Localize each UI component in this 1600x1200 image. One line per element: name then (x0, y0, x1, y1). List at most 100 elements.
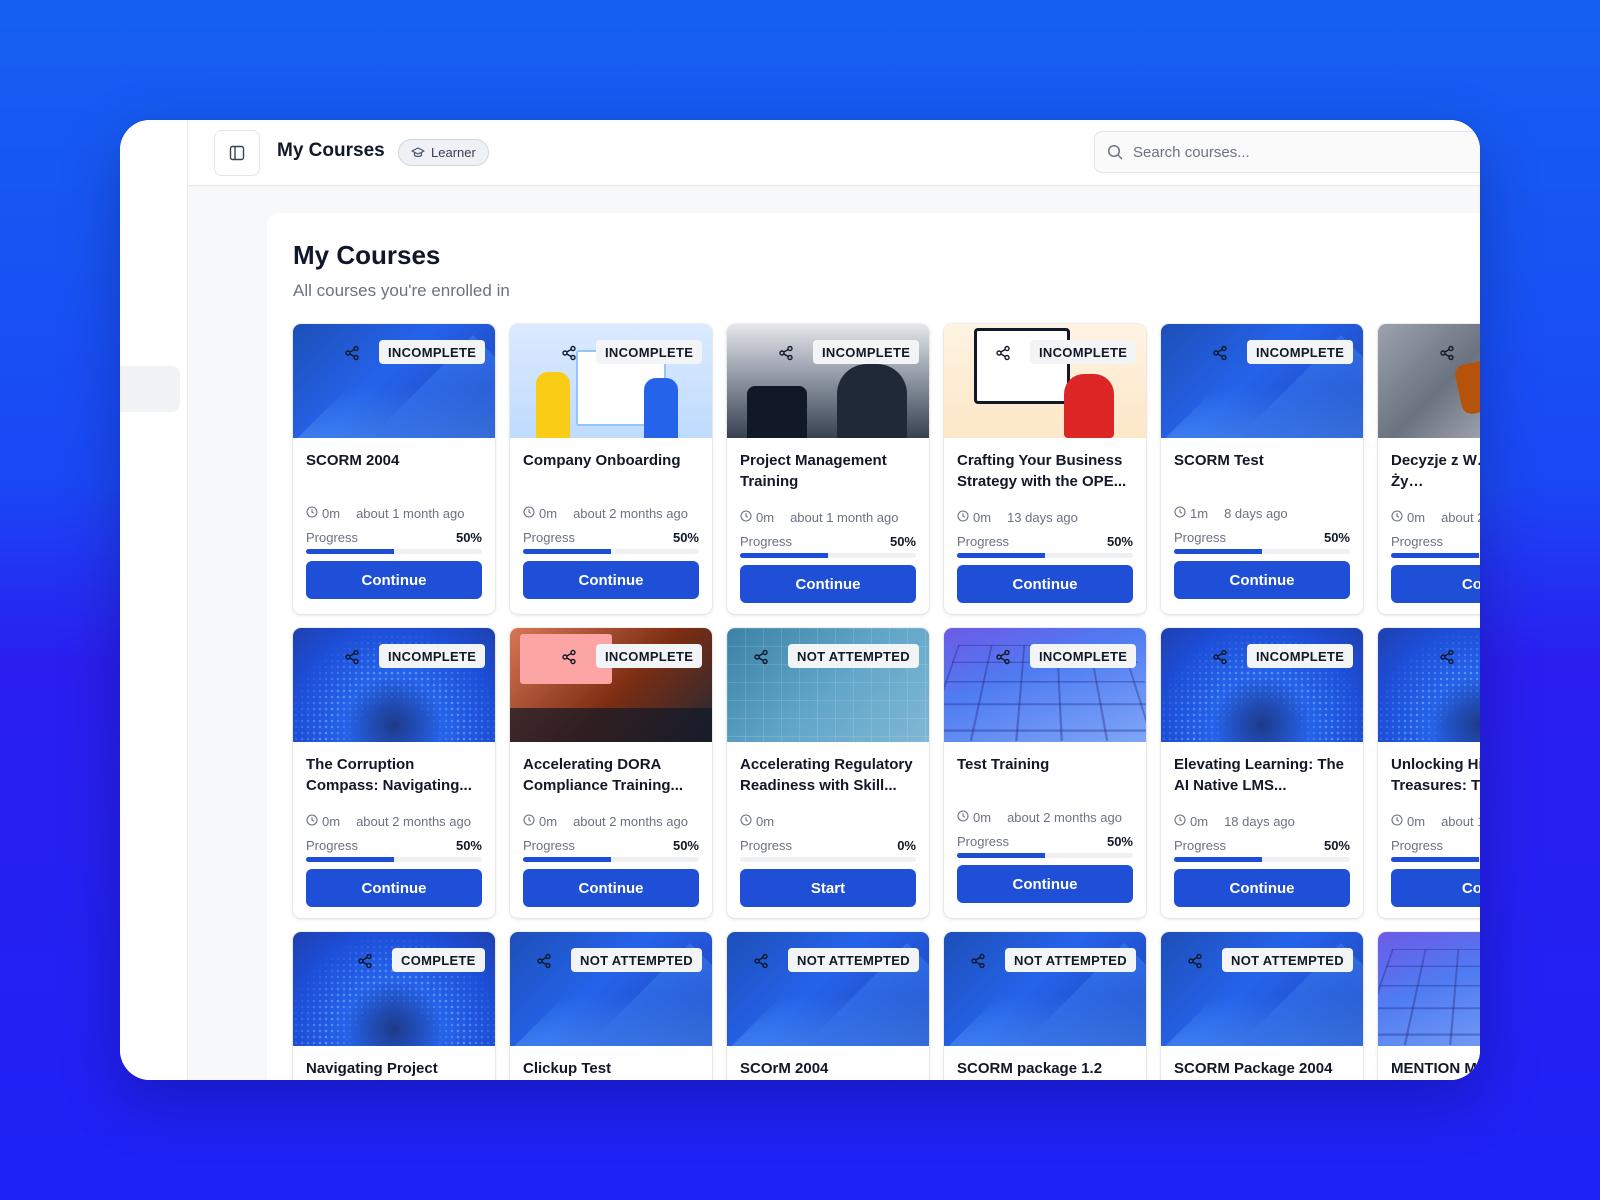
share-icon[interactable] (750, 646, 772, 668)
status-badge: NOT ATTEMPTED (1005, 948, 1136, 972)
course-last-access: about 1 month ago (790, 510, 899, 525)
start-button[interactable]: Start (740, 869, 916, 907)
course-meta: 0m (740, 814, 790, 829)
continue-button[interactable]: Continue (523, 869, 699, 907)
share-icon[interactable] (558, 342, 580, 364)
course-time: 0m (322, 506, 341, 521)
status-badge: INCOMPLETE (1030, 340, 1137, 364)
course-title: MENTION M… (1391, 1060, 1480, 1077)
progress-bar (957, 553, 1133, 558)
share-icon[interactable] (533, 950, 555, 972)
share-icon[interactable] (992, 646, 1014, 668)
progress-bar-fill (306, 549, 394, 554)
course-card[interactable]: NOT ATTEMPTED Clickup Test (510, 932, 712, 1080)
progress-value: 50% (455, 838, 482, 853)
course-last-access: about 2 months ago (356, 814, 471, 829)
course-card[interactable]: NOTMENTION M… (1378, 932, 1480, 1080)
course-title: Clickup Test (523, 1060, 612, 1077)
progress-value: 50% (1323, 838, 1350, 853)
share-icon[interactable] (967, 950, 989, 972)
course-card[interactable]: INCOMPLETE Project Management Training 0m a… (727, 324, 929, 614)
progress-label: Progress (306, 838, 359, 853)
share-icon[interactable] (341, 646, 363, 668)
course-time: 1m (1190, 506, 1209, 521)
course-last-access: 13 days ago (1007, 510, 1078, 525)
course-meta: 0m about 2 months ago (306, 814, 471, 829)
share-icon[interactable] (1209, 342, 1231, 364)
progress-bar (1174, 549, 1350, 554)
share-icon[interactable] (992, 342, 1014, 364)
course-title: SCORM package 1.2 (957, 1060, 1103, 1077)
course-last-access: about 2 (1441, 510, 1480, 525)
continue-button[interactable]: Continue (306, 561, 482, 599)
course-last-access: about 1 month ago (356, 506, 465, 521)
progress-label: Progress (957, 534, 1010, 549)
search-icon (1107, 144, 1123, 160)
course-time: 0m (756, 510, 775, 525)
course-card[interactable]: Decyzje z W… Wybory w Ży… 0m about 2 Progre… (1378, 324, 1480, 614)
progress-bar (740, 553, 916, 558)
course-time: 0m (1190, 814, 1209, 829)
course-card[interactable]: INCOMPLETE Company Onboarding 0m about 2 mo… (510, 324, 712, 614)
sidebar-toggle-button[interactable] (214, 130, 260, 176)
course-card[interactable]: INCOMPLETE Crafting Your Business Strateg… (944, 324, 1146, 614)
status-badge: COMPLETE (392, 948, 485, 972)
course-card[interactable]: INCOMPLETE Elevating Learning: The AI Nat… (1161, 628, 1363, 918)
progress-bar (740, 857, 916, 862)
share-icon[interactable] (558, 646, 580, 668)
course-time: 0m (1407, 510, 1426, 525)
status-badge: NOT ATTEMPTED (1222, 948, 1353, 972)
continue-button[interactable]: Continue (740, 565, 916, 603)
progress-label: Progress (306, 530, 359, 545)
course-card[interactable]: NOT ATTEMPTED Accelerating Regulatory Rea… (727, 628, 929, 918)
course-title: SCORM Package 2004 (1174, 1060, 1333, 1077)
course-card[interactable]: INCOMPLETE The Corruption Compass: Naviga… (293, 628, 495, 918)
progress-bar (1174, 857, 1350, 862)
search-box (1094, 131, 1480, 173)
search-input[interactable] (1133, 143, 1473, 161)
share-icon[interactable] (1209, 646, 1231, 668)
course-card[interactable]: NOT ATTEMPTED SCORM package 1.2 (944, 932, 1146, 1080)
continue-button[interactable]: Continue (1174, 869, 1350, 907)
continue-button[interactable]: Cont (1391, 565, 1480, 603)
course-card[interactable]: NOT ATTEMPTED SCORM Package 2004 (1161, 932, 1363, 1080)
continue-button[interactable]: Continue (957, 865, 1133, 903)
course-card[interactable]: NOT ATTEMPTED SCOrM 2004 (727, 932, 929, 1080)
course-meta: 0m about 1 (1391, 814, 1480, 829)
share-icon[interactable] (354, 950, 376, 972)
share-icon[interactable] (1184, 950, 1206, 972)
share-icon[interactable] (750, 950, 772, 972)
progress-label: Progress (523, 838, 576, 853)
continue-button[interactable]: Continue (523, 561, 699, 599)
continue-button[interactable]: Cont (1391, 869, 1480, 907)
course-card[interactable]: INCOMPLETE SCORM 2004 0m about 1 month ago P… (293, 324, 495, 614)
clock-icon (1174, 506, 1186, 521)
course-meta: 0m about 1 month ago (306, 506, 464, 521)
progress-label: Progress (523, 530, 576, 545)
course-card[interactable]: Unlocking Hi… Treasures: T… 0m about 1 Prog… (1378, 628, 1480, 918)
course-time: 0m (973, 810, 992, 825)
clock-icon (1174, 814, 1186, 829)
share-icon[interactable] (1436, 646, 1458, 668)
course-time: 0m (322, 814, 341, 829)
topbar: My Courses Learner (188, 120, 1480, 186)
continue-button[interactable]: Continue (957, 565, 1133, 603)
progress-label: Progress (740, 838, 793, 853)
course-card[interactable]: COMPLETE Navigating Project (293, 932, 495, 1080)
progress-bar-fill (306, 857, 394, 862)
clock-icon (523, 506, 535, 521)
share-icon[interactable] (341, 342, 363, 364)
course-card[interactable]: INCOMPLETE Accelerating DORA Compliance T… (510, 628, 712, 918)
share-icon[interactable] (1436, 342, 1458, 364)
status-badge: INCOMPLETE (379, 340, 486, 364)
progress-label: Progress (1391, 534, 1444, 549)
course-card[interactable]: INCOMPLETE SCORM Test 1m 8 days ago Progress… (1161, 324, 1363, 614)
share-icon[interactable] (775, 342, 797, 364)
sidebar-item-active[interactable] (120, 366, 180, 412)
continue-button[interactable]: Continue (306, 869, 482, 907)
continue-button[interactable]: Continue (1174, 561, 1350, 599)
course-time: 0m (539, 506, 558, 521)
progress-value: 50% (672, 838, 699, 853)
course-card[interactable]: INCOMPLETE Test Training 0m about 2 months … (944, 628, 1146, 918)
status-badge: INCOMPLETE (379, 644, 486, 668)
